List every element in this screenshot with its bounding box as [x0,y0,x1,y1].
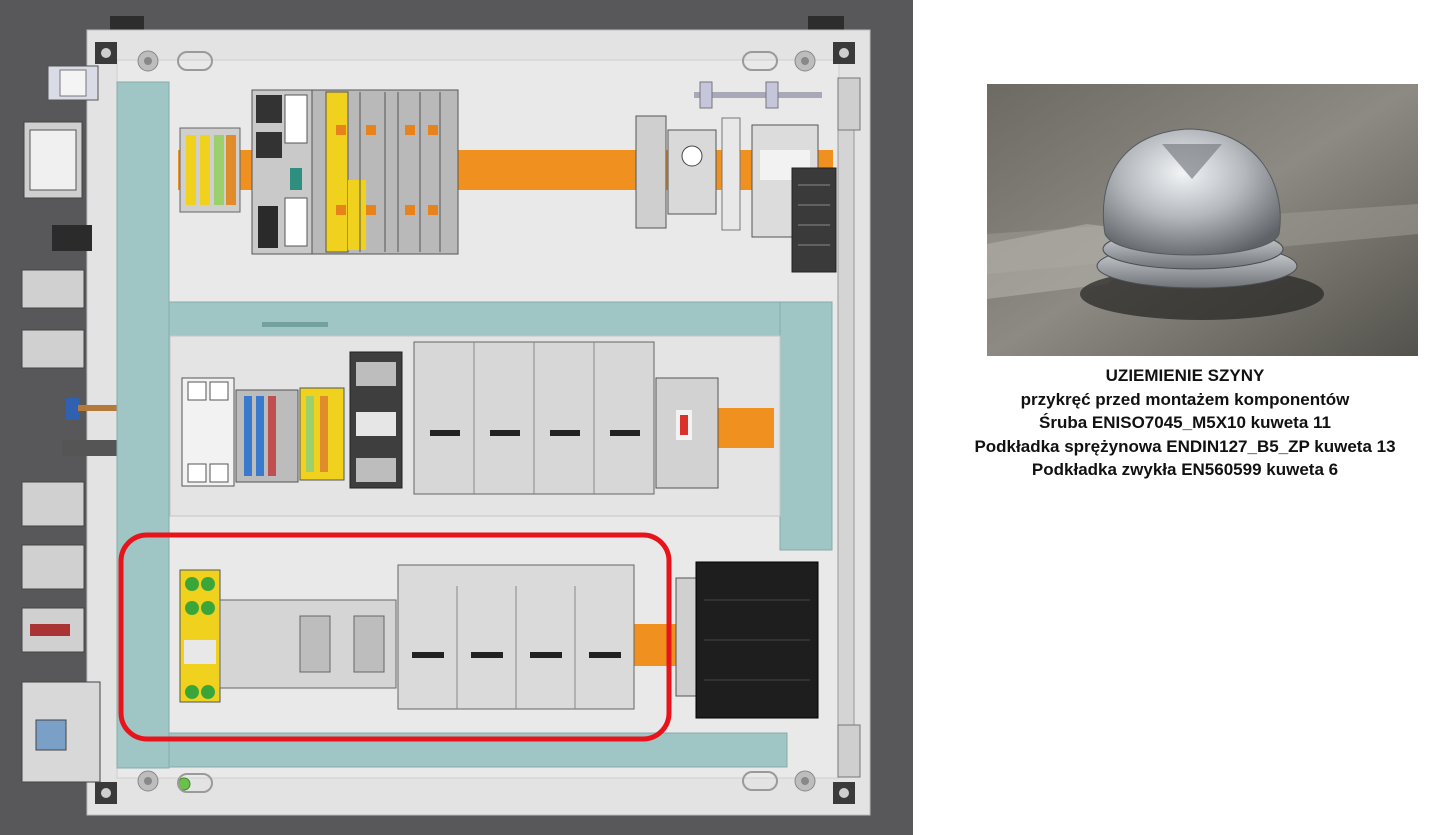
contactor-bottom [219,599,397,689]
right-hinge-bottom [837,724,861,778]
right-hinge-top [837,77,861,131]
instruction-line: Śruba ENISO7045_M5X10 kuweta 11 [1039,413,1331,432]
timer-relay-top [635,115,717,229]
grounding-screw-photo [987,84,1418,356]
circuit-breakers-middle [413,341,655,495]
top-hinge-left [110,16,144,30]
terminal-blocks-bottom [179,569,221,703]
fuse-holders-middle [181,377,235,487]
right-side-rail [837,119,855,741]
terminal-blocks-top-left [179,127,241,213]
control-cabinet-drawing [0,0,913,835]
io-modules-top [311,89,459,255]
relay-block-middle [349,351,403,489]
top-hinge-right [808,16,844,30]
cable-duct-right-vertical [779,301,833,551]
fan-filter-top-right [791,167,837,273]
power-supply-bottom [675,561,819,719]
instruction-title: UZIEMIENIE SZYNY [1105,366,1265,385]
plc-controller-top [251,89,313,255]
grounding-instruction-caption: UZIEMIENIE SZYNY przykręć przed montażem… [930,364,1440,482]
duct-label-slot [262,322,328,327]
instruction-line: Podkładka zwykła EN560599 kuweta 6 [1031,460,1339,479]
instruction-line: przykręć przed montażem komponentów [1020,389,1350,409]
terminal-blocks-middle [235,387,345,483]
cable-duct-left-vertical [116,81,170,769]
motor-breakers-bottom [397,564,635,710]
small-relays-middle [655,377,719,489]
instruction-line: Podkładka sprężynowa ENDIN127_B5_ZP kuwe… [974,436,1396,456]
din-rail-middle [716,408,774,448]
cable-duct-middle-horizontal [168,301,833,337]
